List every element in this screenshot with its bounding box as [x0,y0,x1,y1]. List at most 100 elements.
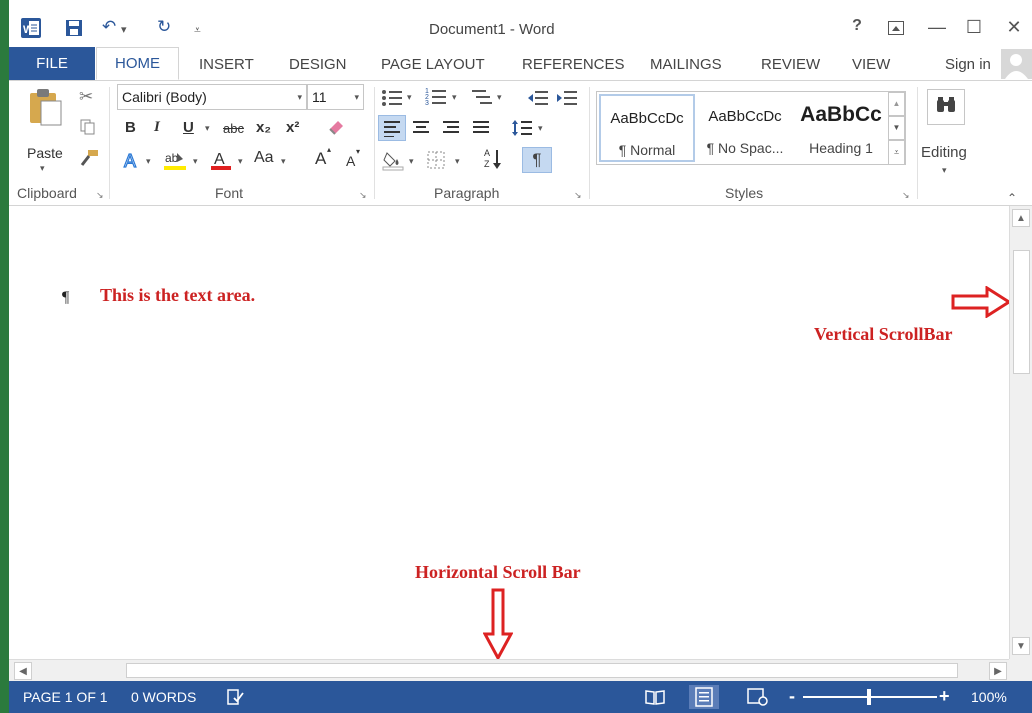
font-size-select[interactable]: 11 ▾ [307,84,364,110]
tab-file[interactable]: FILE [9,47,95,80]
underline-dropdown-icon[interactable]: ▾ [205,123,210,134]
font-family-select[interactable]: Calibri (Body) ▾ [117,84,307,110]
document-canvas[interactable]: ¶ This is the text area. Vertical Scroll… [9,206,1012,662]
highlight-color-icon[interactable]: ab [163,149,187,171]
print-layout-icon[interactable] [689,685,719,709]
shading-dropdown-icon[interactable]: ▾ [409,156,414,167]
subscript-button[interactable]: x₂ [256,119,271,136]
shrink-font-button[interactable]: A [346,153,355,169]
scroll-left-button[interactable]: ◀ [14,662,32,680]
numbering-icon[interactable]: 123 [425,87,447,107]
scroll-up-button[interactable]: ▲ [1012,209,1030,227]
align-center-icon[interactable] [411,119,431,137]
style-normal[interactable]: AaBbCcDc ¶ Normal [599,94,695,162]
borders-icon[interactable] [427,151,445,169]
vertical-scroll-thumb[interactable] [1013,250,1030,374]
numbering-dropdown-icon[interactable]: ▾ [452,92,457,103]
cut-icon[interactable]: ✂ [79,87,93,107]
redo-icon[interactable]: ↻ [157,17,171,37]
font-color-icon[interactable]: A [210,149,232,171]
format-painter-icon[interactable] [79,149,99,167]
proofing-icon[interactable] [225,688,245,706]
minimize-button[interactable]: — [922,17,952,38]
horizontal-scrollbar[interactable]: ◀ ▶ [9,659,1009,681]
font-launcher-icon[interactable]: ↘ [359,190,367,201]
styles-launcher-icon[interactable]: ↘ [902,190,910,201]
grow-font-button[interactable]: A [315,149,326,169]
scroll-down-button[interactable]: ▼ [1012,637,1030,655]
styles-more-icon[interactable]: ⩡ [888,140,905,165]
tab-review[interactable]: REVIEW [761,56,820,73]
undo-dropdown-icon[interactable]: ▾ [121,23,127,36]
underline-button[interactable]: U [183,119,194,136]
svg-text:3: 3 [425,100,429,107]
bold-button[interactable]: B [125,119,136,136]
justify-icon[interactable] [471,119,491,137]
bullets-icon[interactable] [381,89,403,107]
shading-icon[interactable] [382,149,404,171]
line-spacing-dropdown-icon[interactable]: ▾ [538,123,543,134]
paste-dropdown-icon: ▾ [40,163,45,173]
style-heading-1[interactable]: AaBbCc Heading 1 [793,94,889,162]
tab-references[interactable]: REFERENCES [522,56,625,73]
web-layout-icon[interactable] [747,688,769,706]
tab-page-layout[interactable]: PAGE LAYOUT [381,56,485,73]
styles-scroll-up-icon[interactable]: ▲ [888,92,905,116]
read-mode-icon[interactable] [645,689,665,705]
align-left-button[interactable] [378,115,406,141]
text-effects-icon[interactable]: A [122,149,144,171]
multilevel-list-dropdown-icon[interactable]: ▾ [497,92,502,103]
sign-in-link[interactable]: Sign in [945,56,991,73]
tab-home[interactable]: HOME [96,47,179,80]
borders-dropdown-icon[interactable]: ▾ [455,156,460,167]
line-spacing-icon[interactable] [511,117,533,139]
page-count[interactable]: PAGE 1 OF 1 [23,689,108,705]
ribbon-display-options-icon[interactable] [888,21,904,35]
tab-design[interactable]: DESIGN [289,56,347,73]
styles-scroll-down-icon[interactable]: ▼ [888,116,905,140]
zoom-slider-thumb[interactable] [867,689,871,705]
change-case-dropdown-icon[interactable]: ▾ [281,156,286,167]
zoom-out-button[interactable]: - [789,686,795,707]
copy-icon[interactable] [80,119,96,135]
editing-button[interactable]: Editing ▾ [921,89,971,179]
increase-indent-icon[interactable] [556,89,578,107]
svg-text:W: W [23,24,34,36]
maximize-button[interactable]: ☐ [959,17,989,38]
word-count[interactable]: 0 WORDS [131,689,196,705]
highlight-dropdown-icon[interactable]: ▾ [193,156,198,167]
user-avatar-icon[interactable] [1001,49,1032,79]
undo-icon[interactable]: ↶ [102,17,116,37]
align-right-icon[interactable] [441,119,461,137]
text-effects-dropdown-icon[interactable]: ▾ [146,156,151,167]
group-separator [589,87,590,199]
style-no-spacing[interactable]: AaBbCcDc ¶ No Spac... [697,94,793,162]
zoom-in-button[interactable]: + [939,686,950,707]
superscript-button[interactable]: x² [286,119,299,136]
collapse-ribbon-icon[interactable]: ⌃ [1007,191,1017,205]
zoom-level[interactable]: 100% [971,689,1007,705]
show-hide-formatting-button[interactable]: ¶ [522,147,552,173]
italic-button[interactable]: I [154,119,160,136]
vertical-scrollbar[interactable]: ▲ ▼ [1009,206,1032,659]
clear-formatting-icon[interactable] [326,117,346,137]
decrease-indent-icon[interactable] [527,89,549,107]
tab-view[interactable]: VIEW [852,56,890,73]
paste-button[interactable]: Paste ▾ [23,87,67,173]
paragraph-launcher-icon[interactable]: ↘ [574,190,582,201]
customize-quick-access-icon[interactable]: ⩡ [194,23,201,38]
close-button[interactable]: ✕ [999,17,1029,38]
font-color-dropdown-icon[interactable]: ▾ [238,156,243,167]
save-icon[interactable] [65,19,83,37]
horizontal-scroll-thumb[interactable] [126,663,958,678]
scroll-right-button[interactable]: ▶ [989,662,1007,680]
change-case-button[interactable]: Aa [254,149,274,167]
sort-icon[interactable]: AZ [483,147,505,171]
tab-mailings[interactable]: MAILINGS [650,56,722,73]
clipboard-launcher-icon[interactable]: ↘ [96,190,104,201]
strikethrough-button[interactable]: abc [223,121,244,136]
multilevel-list-icon[interactable] [470,87,494,107]
bullets-dropdown-icon[interactable]: ▾ [407,92,412,103]
tab-insert[interactable]: INSERT [199,56,254,73]
help-button[interactable]: ? [842,17,872,35]
